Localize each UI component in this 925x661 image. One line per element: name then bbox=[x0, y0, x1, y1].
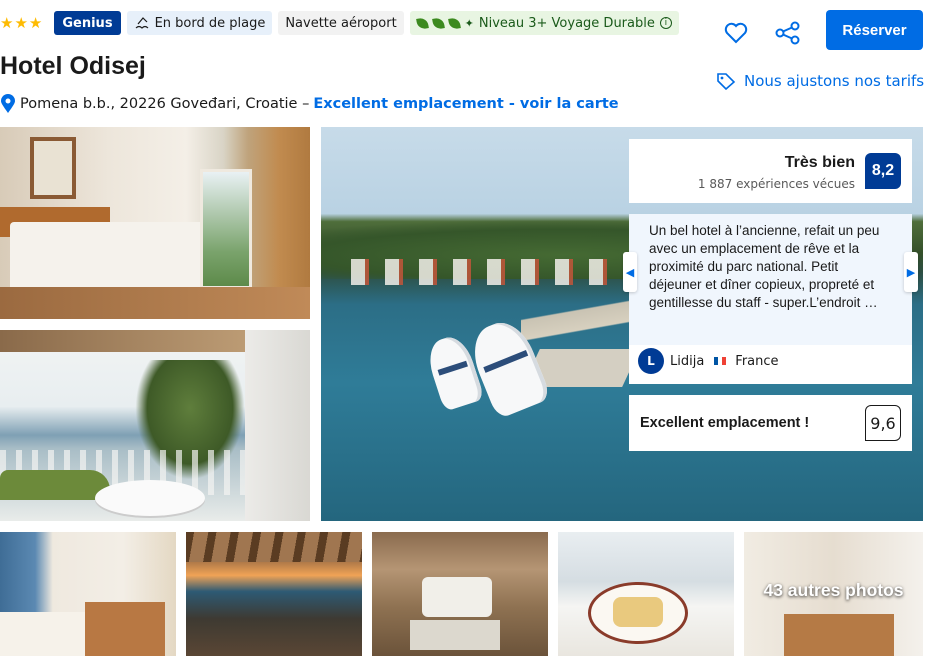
leaf-icon bbox=[415, 16, 429, 30]
share-button[interactable] bbox=[773, 18, 803, 48]
reserve-button[interactable]: Réserver bbox=[826, 10, 923, 50]
beach-chip-label: En bord de plage bbox=[154, 15, 266, 31]
thumbnail-more-photos[interactable]: 43 autres photos bbox=[744, 532, 923, 656]
chevron-right-icon: ▶ bbox=[906, 265, 916, 279]
france-flag-icon bbox=[714, 357, 727, 365]
bed bbox=[0, 612, 90, 656]
hotel-name: Hotel Odisej bbox=[0, 52, 146, 80]
badges-row: ★ ★ ★ Genius En bord de plage Navette aé… bbox=[0, 10, 679, 36]
sustainable-chip[interactable]: ✦ Niveau 3+ Voyage Durable i bbox=[409, 11, 679, 35]
reviewer-info: L Lidija France bbox=[638, 348, 779, 374]
window bbox=[200, 169, 252, 289]
hotel-address: Pomena b.b., 20226 Goveđari, Croatie – bbox=[20, 96, 310, 112]
photo-bedroom[interactable] bbox=[0, 127, 310, 319]
sparkle-icon: ✦ bbox=[464, 16, 474, 30]
beach-icon bbox=[135, 17, 148, 29]
info-icon[interactable]: i bbox=[659, 17, 672, 29]
star-icon: ★ bbox=[14, 13, 28, 32]
map-pin-icon bbox=[1, 94, 15, 113]
rating-card[interactable]: Très bien 1 887 expériences vécues 8,2 bbox=[629, 139, 912, 203]
location-label: Excellent emplacement ! bbox=[640, 415, 810, 431]
rating-label: Très bien bbox=[784, 154, 855, 171]
location-score: 9,6 bbox=[865, 405, 901, 441]
star-rating: ★ ★ ★ bbox=[0, 13, 43, 32]
review-text: Un bel hotel à l’ancienne, refait un peu… bbox=[649, 223, 880, 310]
reviewer-name: Lidija bbox=[670, 353, 705, 369]
thumbnail-lounge[interactable] bbox=[372, 532, 548, 656]
shuttle-chip[interactable]: Navette aéroport bbox=[278, 11, 404, 35]
star-icon: ★ bbox=[0, 13, 14, 32]
genius-badge[interactable]: Genius bbox=[54, 11, 121, 35]
review-next-button[interactable]: ▶ bbox=[904, 252, 918, 292]
floor bbox=[0, 287, 310, 319]
location-score-card[interactable]: Excellent emplacement ! 9,6 bbox=[629, 395, 912, 451]
leaf-icon bbox=[447, 16, 461, 30]
price-match-label: Nous ajustons nos tarifs bbox=[744, 72, 925, 90]
review-prev-button[interactable]: ◀ bbox=[623, 252, 637, 292]
desk bbox=[85, 602, 165, 656]
beach-chip[interactable]: En bord de plage bbox=[126, 11, 273, 35]
sofa-cushion bbox=[422, 577, 492, 617]
thumbnail-restaurant-terrace[interactable] bbox=[186, 532, 362, 656]
leaf-icon bbox=[431, 16, 445, 30]
save-favorite-button[interactable] bbox=[721, 18, 751, 48]
plants bbox=[0, 470, 110, 500]
more-photos-label: 43 autres photos bbox=[763, 580, 904, 600]
review-count: 1 887 expériences vécues bbox=[697, 177, 855, 191]
desk bbox=[784, 614, 894, 656]
reviewer-country: France bbox=[735, 353, 779, 369]
sustainable-chip-label: Niveau 3+ Voyage Durable bbox=[478, 15, 655, 31]
location-map-link[interactable]: Excellent emplacement - voir la carte bbox=[313, 96, 618, 112]
food bbox=[613, 597, 663, 627]
breakfast-table bbox=[95, 480, 205, 516]
thumbnail-room[interactable] bbox=[0, 532, 176, 656]
avatar: L bbox=[638, 348, 664, 374]
star-icon: ★ bbox=[28, 13, 43, 32]
wall-painting bbox=[30, 137, 76, 199]
review-quote: Un bel hotel à l’ancienne, refait un peu… bbox=[629, 214, 912, 345]
coffee-table bbox=[410, 620, 500, 650]
tag-icon bbox=[717, 73, 736, 90]
wooden-beams bbox=[186, 532, 362, 562]
photo-terrace[interactable] bbox=[0, 330, 310, 521]
heart-icon bbox=[724, 22, 748, 44]
share-icon bbox=[775, 21, 800, 45]
curtain bbox=[245, 330, 310, 521]
chevron-left-icon: ◀ bbox=[625, 265, 635, 279]
review-card: Un bel hotel à l’ancienne, refait un peu… bbox=[623, 214, 918, 384]
price-match-link[interactable]: Nous ajustons nos tarifs bbox=[716, 72, 924, 90]
address-row: Pomena b.b., 20226 Goveđari, Croatie – E… bbox=[0, 94, 619, 114]
rating-score-badge: 8,2 bbox=[865, 153, 901, 189]
thumbnail-dish[interactable] bbox=[558, 532, 734, 656]
